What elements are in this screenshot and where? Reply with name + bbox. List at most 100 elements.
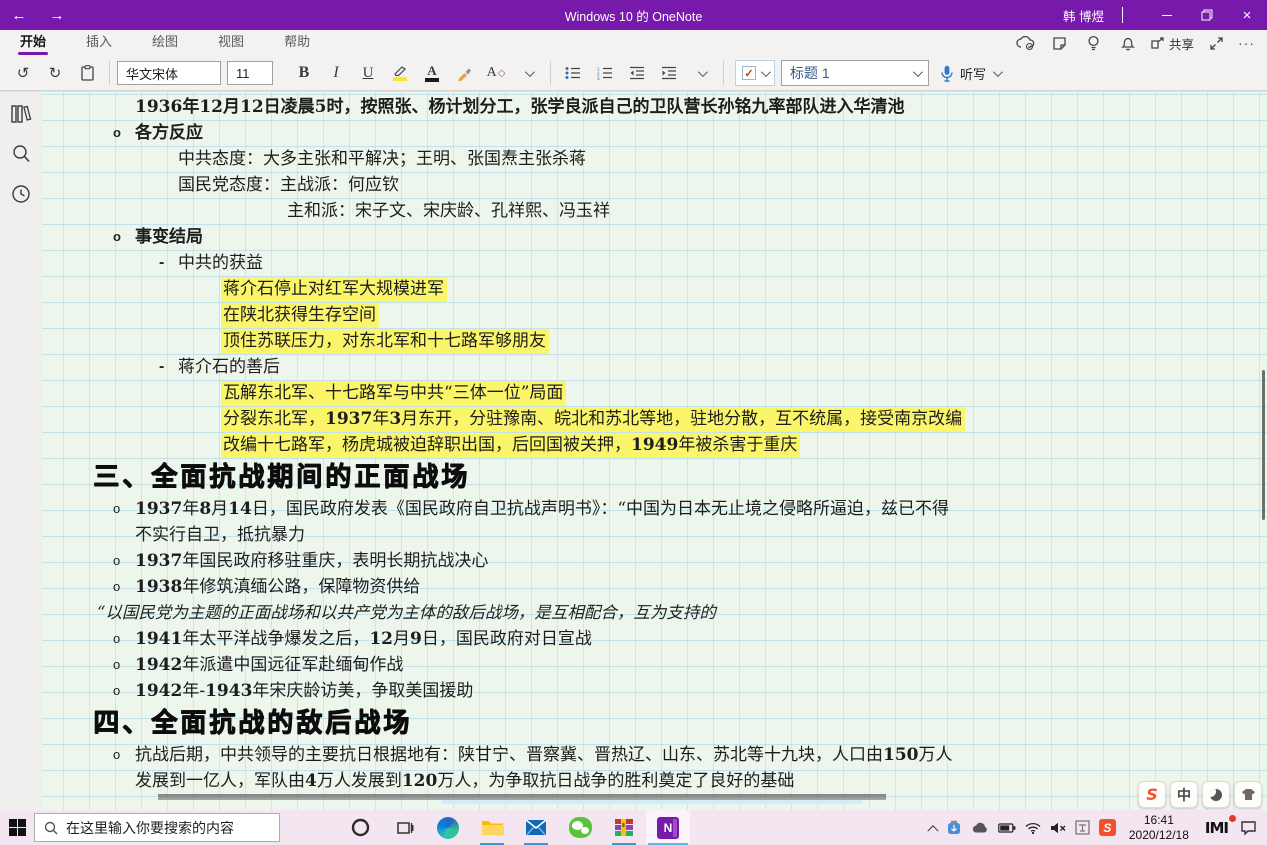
paragraph-options-chevron-icon[interactable] [686,59,716,87]
content-line[interactable]: 顶住苏联压力，对东北军和十七路军够朋友 [42,328,1267,354]
undo-icon[interactable]: ↺ [8,59,38,87]
fullscreen-icon[interactable] [1204,32,1228,54]
tab-home[interactable]: 开始 [16,30,50,56]
font-options-chevron-icon[interactable] [513,59,543,87]
style-dropdown[interactable]: 标题 1 [781,60,929,86]
decrease-indent-icon[interactable] [622,59,652,87]
content-line[interactable]: o1942年-1943年宋庆龄访美，争取美国援助 [42,678,1267,704]
file-explorer-button[interactable] [470,810,514,845]
user-name[interactable]: 韩 博煜 [1045,6,1122,25]
ime-fullwidth-moon-icon[interactable] [1202,781,1230,808]
content-line[interactable]: 中共态度：大多主张和平解决；王明、张国焘主张杀蒋 [42,146,1267,172]
content-line[interactable]: -中共的获益 [42,250,1267,276]
notifications-bell-icon[interactable] [1116,32,1140,54]
italic-button[interactable]: I [321,59,351,87]
redo-icon[interactable]: ↻ [40,59,70,87]
numbered-list-icon[interactable]: 123 [590,59,620,87]
content-line[interactable]: 分裂东北军，1937年3月东开，分驻豫南、皖北和苏北等地，驻地分散，互不统属，接… [42,406,1267,432]
underline-button[interactable]: U [353,59,383,87]
tab-insert[interactable]: 插入 [82,30,116,56]
winrar-button[interactable] [602,810,646,845]
section-heading[interactable]: 三、全面抗战期间的正面战场 [42,458,1267,496]
content-line[interactable]: o1941年太平洋战争爆发之后，12月9日，国民政府对日宣战 [42,626,1267,652]
vertical-scrollbar[interactable] [1262,370,1265,520]
tab-view[interactable]: 视图 [214,30,248,56]
search-icon[interactable] [9,142,33,166]
content-line[interactable]: o1938年修筑滇缅公路，保障物资供给 [42,574,1267,600]
bulleted-list-icon[interactable] [558,59,588,87]
start-button[interactable] [0,810,34,845]
font-size-combobox[interactable]: 11 [227,61,273,85]
content-line[interactable]: o各方反应 [42,120,1267,146]
clear-formatting-icon[interactable]: A◇ [481,59,511,87]
sync-status-icon[interactable] [1014,32,1038,54]
mail-button[interactable] [514,810,558,845]
mi-tray-icon[interactable]: IMI [1202,819,1231,837]
tab-draw[interactable]: 绘图 [148,30,182,56]
forward-icon[interactable]: → [38,7,76,24]
font-name-combobox[interactable]: 华文宋体 [117,61,221,85]
sogou-logo-icon[interactable]: S [1138,781,1166,808]
minimize-button[interactable] [1147,0,1187,30]
content-line[interactable]: 国民党态度：主战派：何应钦 [42,172,1267,198]
ime-indicator-icon[interactable] [1075,820,1090,835]
tray-date: 2020/12/18 [1129,828,1189,843]
tray-expand-chevron-icon[interactable] [929,824,937,832]
taskbar-search-input[interactable]: 在这里输入你要搜索的内容 [34,813,280,842]
feed-icon[interactable] [1048,32,1072,54]
volume-muted-icon[interactable] [1050,822,1066,834]
usb-device-icon[interactable] [946,820,962,836]
cortana-button[interactable] [338,810,382,845]
wechat-icon [569,817,592,838]
highlighter-button[interactable] [385,59,415,87]
content-line[interactable]: 发展到一亿人，军队由4万人发展到120万人，为争取抗日战争的胜利奠定了良好的基础 [42,768,1267,794]
restore-button[interactable] [1187,0,1227,30]
wifi-icon[interactable] [1025,822,1041,834]
content-line[interactable]: -蒋介石的善后 [42,354,1267,380]
task-view-button[interactable] [382,810,426,845]
wechat-button[interactable] [558,810,602,845]
more-options-icon[interactable]: ··· [1238,35,1255,51]
tab-help[interactable]: 帮助 [280,30,314,56]
note-page-canvas[interactable]: 1936年12月12日凌晨5时，按照张、杨计划分工，张学良派自己的卫队营长孙铭九… [42,92,1267,810]
content-line[interactable]: 主和派：宋子文、宋庆龄、孔祥熙、冯玉祥 [42,198,1267,224]
content-line[interactable]: o事变结局 [42,224,1267,250]
battery-icon[interactable] [998,823,1016,833]
content-line[interactable]: 在陕北获得生存空间 [42,302,1267,328]
content-line[interactable]: 改编十七路军，杨虎城被迫辞职出国，后回国被关押，1949年被杀害于重庆 [42,432,1267,458]
dictate-button[interactable]: 听写 [941,64,1000,83]
edge-button[interactable] [426,810,470,845]
content-line[interactable]: 不实行自卫，抵抗暴力 [42,522,1267,548]
onedrive-cloud-icon[interactable] [971,822,989,834]
format-painter-icon[interactable] [449,59,479,87]
share-button[interactable]: 共享 [1150,34,1194,53]
onenote-taskbar-button[interactable]: N [646,810,690,845]
ime-chinese-mode-button[interactable]: 中 [1170,781,1198,808]
sogou-tray-icon[interactable]: S [1099,819,1116,836]
bold-button[interactable]: B [289,59,319,87]
notebooks-icon[interactable] [9,102,33,126]
content-line[interactable]: 瓦解东北军、十七路军与中共“三体一位”局面 [42,380,1267,406]
paste-icon[interactable] [72,59,102,87]
content-line[interactable]: o1937年国民政府移驻重庆，表明长期抗战决心 [42,548,1267,574]
back-icon[interactable]: ← [0,7,38,24]
todo-tag-dropdown[interactable]: ✓ [735,60,775,86]
line-text: 三、全面抗战期间的正面战场 [93,462,470,492]
content-line[interactable]: o1942年派遣中国远征军赴缅甸作战 [42,652,1267,678]
content-line[interactable]: 1936年12月12日凌晨5时，按照张、杨计划分工，张学良派自己的卫队营长孙铭九… [42,94,1267,120]
tray-clock[interactable]: 16:41 2020/12/18 [1125,813,1193,843]
recent-notes-icon[interactable] [9,182,33,206]
ideas-icon[interactable] [1082,32,1106,54]
section-heading[interactable]: 四、全面抗战的敌后战场 [42,704,1267,742]
increase-indent-icon[interactable] [654,59,684,87]
content-line[interactable]: o抗战后期，中共领导的主要抗日根据地有：陕甘宁、晋察冀、晋热辽、山东、苏北等十九… [42,742,1267,768]
content-line[interactable]: “以国民党为主题的正面战场和以共产党为主体的敌后战场，是互相配合，互为支持的 [42,600,1267,626]
file-explorer-icon [481,818,504,837]
content-line[interactable]: 蒋介石停止对红军大规模进军 [42,276,1267,302]
font-color-button[interactable]: A [417,59,447,87]
ime-skin-icon[interactable] [1234,781,1262,808]
close-button[interactable]: × [1227,0,1267,30]
content-line[interactable]: o1937年8月14日，国民政府发表《国民政府自卫抗战声明书》：“中国为日本无止… [42,496,1267,522]
search-glass-icon [44,821,58,835]
notification-center-icon[interactable] [1240,820,1257,835]
